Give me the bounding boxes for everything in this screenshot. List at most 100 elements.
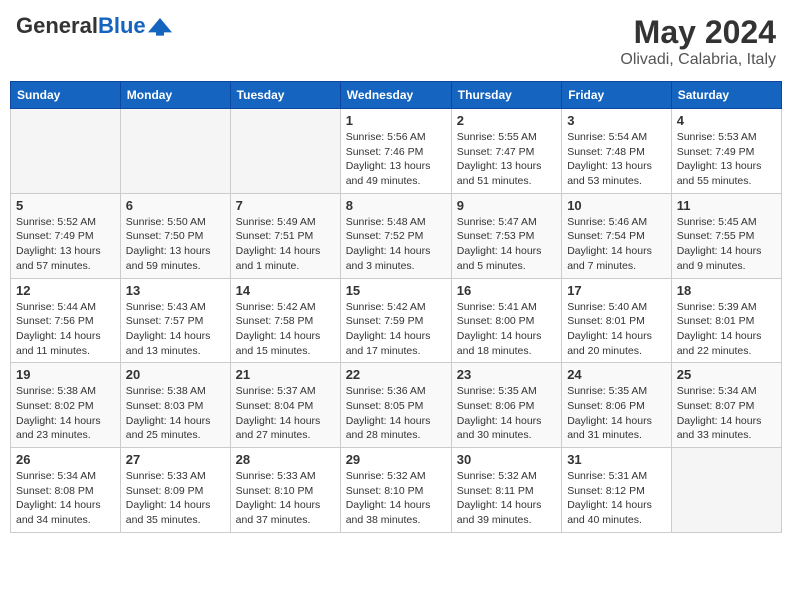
day-number: 7 — [236, 198, 335, 213]
calendar-cell: 11 Sunrise: 5:45 AMSunset: 7:55 PMDayligh… — [671, 193, 781, 278]
calendar-cell: 9Sunrise: 5:47 AMSunset: 7:53 PMDaylight… — [451, 193, 561, 278]
day-info: Sunrise: 5:56 AMSunset: 7:46 PMDaylight:… — [346, 130, 446, 189]
day-number: 30 — [457, 452, 556, 467]
calendar-cell: 28 Sunrise: 5:33 AMSunset: 8:10 PMDayligh… — [230, 448, 340, 533]
day-number: 16 — [457, 283, 556, 298]
day-number: 8 — [346, 198, 446, 213]
day-number: 21 — [236, 367, 335, 382]
day-number: 3 — [567, 113, 666, 128]
calendar-cell: 6 Sunrise: 5:50 AMSunset: 7:50 PMDaylight… — [120, 193, 230, 278]
day-number: 11 — [677, 198, 776, 213]
day-info: Sunrise: 5:48 AMSunset: 7:52 PMDaylight:… — [346, 215, 446, 274]
day-info: Sunrise: 5:33 AMSunset: 8:09 PMDaylight:… — [126, 469, 225, 528]
calendar-cell: 10 Sunrise: 5:46 AMSunset: 7:54 PMDayligh… — [562, 193, 672, 278]
day-number: 9 — [457, 198, 556, 213]
col-header-saturday: Saturday — [671, 82, 781, 109]
calendar-cell — [671, 448, 781, 533]
day-number: 12 — [16, 283, 115, 298]
calendar-cell: 30Sunrise: 5:32 AMSunset: 8:11 PMDayligh… — [451, 448, 561, 533]
calendar-cell: 18Sunrise: 5:39 AMSunset: 8:01 PMDayligh… — [671, 278, 781, 363]
calendar-cell: 27 Sunrise: 5:33 AMSunset: 8:09 PMDayligh… — [120, 448, 230, 533]
col-header-wednesday: Wednesday — [340, 82, 451, 109]
day-number: 27 — [126, 452, 225, 467]
day-info: Sunrise: 5:52 AMSunset: 7:49 PMDaylight:… — [16, 215, 115, 274]
day-info: Sunrise: 5:35 AMSunset: 8:06 PMDaylight:… — [567, 384, 666, 443]
calendar-cell: 19 Sunrise: 5:38 AMSunset: 8:02 PMDayligh… — [11, 363, 121, 448]
day-number: 6 — [126, 198, 225, 213]
calendar-cell — [120, 109, 230, 194]
calendar-week-row: 26 Sunrise: 5:34 AMSunset: 8:08 PMDayligh… — [11, 448, 782, 533]
day-info: Sunrise: 5:43 AMSunset: 7:57 PMDaylight:… — [126, 300, 225, 359]
day-number: 24 — [567, 367, 666, 382]
calendar-cell: 24 Sunrise: 5:35 AMSunset: 8:06 PMDayligh… — [562, 363, 672, 448]
calendar-cell: 12 Sunrise: 5:44 AMSunset: 7:56 PMDayligh… — [11, 278, 121, 363]
page-header: GeneralBlue May 2024 Olivadi, Calabria, … — [10, 10, 782, 73]
calendar-cell: 29 Sunrise: 5:32 AMSunset: 8:10 PMDayligh… — [340, 448, 451, 533]
day-number: 22 — [346, 367, 446, 382]
day-info: Sunrise: 5:38 AMSunset: 8:02 PMDaylight:… — [16, 384, 115, 443]
day-info: Sunrise: 5:33 AMSunset: 8:10 PMDaylight:… — [236, 469, 335, 528]
day-info: Sunrise: 5:55 AMSunset: 7:47 PMDaylight:… — [457, 130, 556, 189]
calendar-cell: 21 Sunrise: 5:37 AMSunset: 8:04 PMDayligh… — [230, 363, 340, 448]
col-header-monday: Monday — [120, 82, 230, 109]
calendar-cell: 20 Sunrise: 5:38 AMSunset: 8:03 PMDayligh… — [120, 363, 230, 448]
day-info: Sunrise: 5:42 AMSunset: 7:59 PMDaylight:… — [346, 300, 446, 359]
calendar-table: SundayMondayTuesdayWednesdayThursdayFrid… — [10, 81, 782, 533]
calendar-cell: 13Sunrise: 5:43 AMSunset: 7:57 PMDayligh… — [120, 278, 230, 363]
location: Olivadi, Calabria, Italy — [620, 51, 776, 69]
day-info: Sunrise: 5:38 AMSunset: 8:03 PMDaylight:… — [126, 384, 225, 443]
calendar-week-row: 12 Sunrise: 5:44 AMSunset: 7:56 PMDayligh… — [11, 278, 782, 363]
day-info: Sunrise: 5:49 AMSunset: 7:51 PMDaylight:… — [236, 215, 335, 274]
day-info: Sunrise: 5:45 AMSunset: 7:55 PMDaylight:… — [677, 215, 776, 274]
day-number: 10 — [567, 198, 666, 213]
calendar-week-row: 19 Sunrise: 5:38 AMSunset: 8:02 PMDayligh… — [11, 363, 782, 448]
day-number: 18 — [677, 283, 776, 298]
calendar-cell: 7 Sunrise: 5:49 AMSunset: 7:51 PMDaylight… — [230, 193, 340, 278]
day-number: 23 — [457, 367, 556, 382]
day-number: 4 — [677, 113, 776, 128]
calendar-cell: 26 Sunrise: 5:34 AMSunset: 8:08 PMDayligh… — [11, 448, 121, 533]
day-info: Sunrise: 5:34 AMSunset: 8:07 PMDaylight:… — [677, 384, 776, 443]
day-number: 17 — [567, 283, 666, 298]
calendar-week-row: 5Sunrise: 5:52 AMSunset: 7:49 PMDaylight… — [11, 193, 782, 278]
day-info: Sunrise: 5:37 AMSunset: 8:04 PMDaylight:… — [236, 384, 335, 443]
col-header-tuesday: Tuesday — [230, 82, 340, 109]
day-info: Sunrise: 5:50 AMSunset: 7:50 PMDaylight:… — [126, 215, 225, 274]
calendar-cell: 8 Sunrise: 5:48 AMSunset: 7:52 PMDaylight… — [340, 193, 451, 278]
day-number: 28 — [236, 452, 335, 467]
day-info: Sunrise: 5:46 AMSunset: 7:54 PMDaylight:… — [567, 215, 666, 274]
calendar-cell: 31Sunrise: 5:31 AMSunset: 8:12 PMDayligh… — [562, 448, 672, 533]
col-header-thursday: Thursday — [451, 82, 561, 109]
calendar-cell: 16 Sunrise: 5:41 AMSunset: 8:00 PMDayligh… — [451, 278, 561, 363]
day-info: Sunrise: 5:36 AMSunset: 8:05 PMDaylight:… — [346, 384, 446, 443]
calendar-cell: 2 Sunrise: 5:55 AMSunset: 7:47 PMDaylight… — [451, 109, 561, 194]
calendar-header-row: SundayMondayTuesdayWednesdayThursdayFrid… — [11, 82, 782, 109]
day-number: 20 — [126, 367, 225, 382]
title-block: May 2024 Olivadi, Calabria, Italy — [620, 14, 776, 69]
day-number: 26 — [16, 452, 115, 467]
day-info: Sunrise: 5:44 AMSunset: 7:56 PMDaylight:… — [16, 300, 115, 359]
day-info: Sunrise: 5:53 AMSunset: 7:49 PMDaylight:… — [677, 130, 776, 189]
calendar-cell — [230, 109, 340, 194]
calendar-cell — [11, 109, 121, 194]
calendar-cell: 3Sunrise: 5:54 AMSunset: 7:48 PMDaylight… — [562, 109, 672, 194]
month-title: May 2024 — [620, 14, 776, 51]
logo-icon — [148, 14, 172, 38]
day-info: Sunrise: 5:32 AMSunset: 8:10 PMDaylight:… — [346, 469, 446, 528]
day-number: 1 — [346, 113, 446, 128]
calendar-cell: 23Sunrise: 5:35 AMSunset: 8:06 PMDayligh… — [451, 363, 561, 448]
calendar-cell: 1 Sunrise: 5:56 AMSunset: 7:46 PMDaylight… — [340, 109, 451, 194]
calendar-cell: 4 Sunrise: 5:53 AMSunset: 7:49 PMDaylight… — [671, 109, 781, 194]
calendar-cell: 17 Sunrise: 5:40 AMSunset: 8:01 PMDayligh… — [562, 278, 672, 363]
logo: GeneralBlue — [16, 14, 172, 38]
day-number: 19 — [16, 367, 115, 382]
day-number: 2 — [457, 113, 556, 128]
day-info: Sunrise: 5:40 AMSunset: 8:01 PMDaylight:… — [567, 300, 666, 359]
col-header-friday: Friday — [562, 82, 672, 109]
day-info: Sunrise: 5:34 AMSunset: 8:08 PMDaylight:… — [16, 469, 115, 528]
logo-general: General — [16, 13, 98, 38]
calendar-cell: 25Sunrise: 5:34 AMSunset: 8:07 PMDayligh… — [671, 363, 781, 448]
day-info: Sunrise: 5:41 AMSunset: 8:00 PMDaylight:… — [457, 300, 556, 359]
calendar-cell: 14Sunrise: 5:42 AMSunset: 7:58 PMDayligh… — [230, 278, 340, 363]
day-number: 29 — [346, 452, 446, 467]
